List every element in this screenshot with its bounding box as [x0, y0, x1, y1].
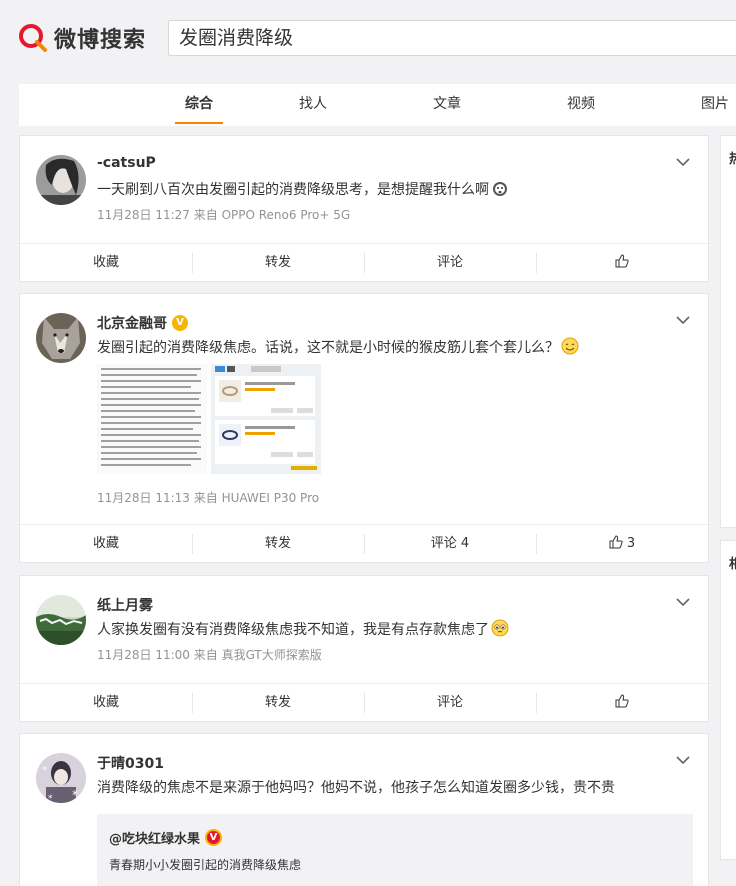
- post-meta: 11月28日 11:00 来自 真我GT大师探索版: [97, 648, 322, 662]
- post-actions: 收藏 转发 评论 4 3: [20, 524, 708, 562]
- comment-button[interactable]: 评论 4: [364, 525, 536, 562]
- post-text-body: 消费降级的焦虑不是来源于他妈吗？他妈不说，他孩子怎么知道发圈多少钱，贵不贵: [97, 780, 615, 796]
- avatar-wolf-image: [36, 313, 86, 363]
- tab-videos[interactable]: 视频: [537, 84, 625, 126]
- post-card: -catsuP 一天刷到八百次由发圈引起的消费降级思考，是想提醒我什么啊 11月…: [19, 135, 709, 282]
- repost-button[interactable]: 转发: [192, 244, 364, 281]
- avatar[interactable]: [36, 595, 86, 645]
- username[interactable]: 纸上月雾: [97, 595, 153, 615]
- avatar[interactable]: [36, 313, 86, 363]
- verified-badge-icon: V: [205, 829, 223, 846]
- sidebar-title: 相: [729, 557, 736, 572]
- like-count: 3: [626, 536, 636, 551]
- image-product-cards: [211, 364, 321, 474]
- sidebar-panel-related: 相: [720, 540, 736, 860]
- tab-images[interactable]: 图片: [671, 84, 736, 126]
- like-button[interactable]: [536, 684, 708, 721]
- favorite-button[interactable]: 收藏: [20, 525, 192, 562]
- like-button[interactable]: [536, 244, 708, 281]
- chevron-down-icon[interactable]: [676, 157, 690, 167]
- username-text[interactable]: 北京金融哥: [97, 313, 167, 333]
- verified-badge-icon: V: [172, 315, 188, 331]
- scared-emoji-icon: [493, 182, 507, 196]
- post-text: 人家换发圈有没有消费降级焦虑我不知道，我是有点存款焦虑了: [97, 619, 677, 641]
- post-actions: 收藏 转发 评论: [20, 683, 708, 721]
- svg-text:*: *: [72, 788, 78, 802]
- tab-articles[interactable]: 文章: [403, 84, 491, 126]
- chevron-down-icon[interactable]: [676, 597, 690, 607]
- repost-text: 青春期小小发圈引起的消费降级焦虑: [109, 858, 302, 872]
- post-text: 发圈引起的消费降级焦虑。话说，这不就是小时候的猴皮筋儿套个套儿么？: [97, 337, 677, 359]
- post-text-body: 一天刷到八百次由发圈引起的消费降级思考，是想提醒我什么啊: [97, 182, 489, 198]
- repost-username-text[interactable]: @吃块红绿水果: [109, 828, 200, 847]
- repost-button[interactable]: 转发: [192, 684, 364, 721]
- post-image-product-list[interactable]: [211, 364, 321, 474]
- tab-comprehensive[interactable]: 综合: [155, 84, 243, 126]
- comment-button[interactable]: 评论: [364, 684, 536, 721]
- avatar-landscape-image: [36, 595, 86, 645]
- sidebar-panel-hot: 热: [720, 135, 736, 528]
- post-text-body: 发圈引起的消费降级焦虑。话说，这不就是小时候的猴皮筋儿套个套儿么？: [97, 340, 559, 356]
- chevron-down-icon[interactable]: [676, 755, 690, 765]
- post-card: 北京金融哥 V 发圈引起的消费降级焦虑。话说，这不就是小时候的猴皮筋儿套个套儿么？: [19, 293, 709, 563]
- comment-button[interactable]: 评论: [364, 244, 536, 281]
- svg-text:*: *: [42, 765, 47, 776]
- post-card: 纸上月雾 人家换发圈有没有消费降级焦虑我不知道，我是有点存款焦虑了 11月28日…: [19, 575, 709, 722]
- thumbs-up-icon: [609, 535, 623, 549]
- username-text[interactable]: -catsuP: [97, 155, 156, 171]
- username-text[interactable]: 于晴0301: [97, 753, 164, 773]
- chevron-down-icon[interactable]: [676, 315, 690, 325]
- post-meta: 11月28日 11:27 来自 OPPO Reno6 Pro+ 5G: [97, 208, 351, 222]
- post-card: * * * 于晴0301 消费降级的焦虑不是来源于他妈吗？他妈不说，他孩子怎么知…: [19, 733, 709, 886]
- grin-emoji-icon: [561, 337, 579, 355]
- repost-username[interactable]: @吃块红绿水果 V: [109, 828, 223, 847]
- repost-button[interactable]: 转发: [192, 525, 364, 562]
- username[interactable]: -catsuP: [97, 155, 156, 171]
- sidebar-title: 热: [729, 152, 736, 167]
- header: 微博搜索 发圈消费降级: [0, 0, 736, 80]
- post-text-body: 人家换发圈有没有消费降级焦虑我不知道，我是有点存款焦虑了: [97, 622, 489, 638]
- avatar-portrait-image: [36, 155, 86, 205]
- search-input[interactable]: 发圈消费降级: [168, 20, 736, 56]
- post-actions: 收藏 转发 评论: [20, 243, 708, 281]
- image-text-lines: [97, 364, 207, 474]
- like-button[interactable]: 3: [536, 525, 708, 562]
- thumbs-up-icon: [615, 694, 629, 708]
- post-text: 一天刷到八百次由发圈引起的消费降级思考，是想提醒我什么啊: [97, 179, 677, 201]
- pitiful-emoji-icon: [491, 619, 509, 637]
- username-text[interactable]: 纸上月雾: [97, 595, 153, 615]
- avatar[interactable]: * * *: [36, 753, 86, 803]
- favorite-button[interactable]: 收藏: [20, 244, 192, 281]
- username[interactable]: 于晴0301: [97, 753, 164, 773]
- username[interactable]: 北京金融哥 V: [97, 313, 188, 333]
- logo-q-icon: [19, 24, 47, 52]
- tab-users[interactable]: 找人: [269, 84, 357, 126]
- post-text: 消费降级的焦虑不是来源于他妈吗？他妈不说，他孩子怎么知道发圈多少钱，贵不贵: [97, 777, 677, 799]
- post-image-text-screenshot[interactable]: [97, 364, 207, 474]
- repost-box[interactable]: @吃块红绿水果 V 青春期小小发圈引起的消费降级焦虑: [97, 814, 693, 886]
- svg-text:*: *: [48, 794, 53, 803]
- thumbs-up-icon: [615, 254, 629, 268]
- search-tabs: 综合 找人 文章 视频 图片: [19, 84, 736, 126]
- weibo-search-logo[interactable]: 微博搜索: [18, 22, 146, 54]
- post-meta: 11月28日 11:13 来自 HUAWEI P30 Pro: [97, 491, 320, 505]
- avatar-snowflake-image: * * *: [36, 753, 86, 803]
- favorite-button[interactable]: 收藏: [20, 684, 192, 721]
- avatar[interactable]: [36, 155, 86, 205]
- logo-text: 微博搜索: [54, 28, 147, 53]
